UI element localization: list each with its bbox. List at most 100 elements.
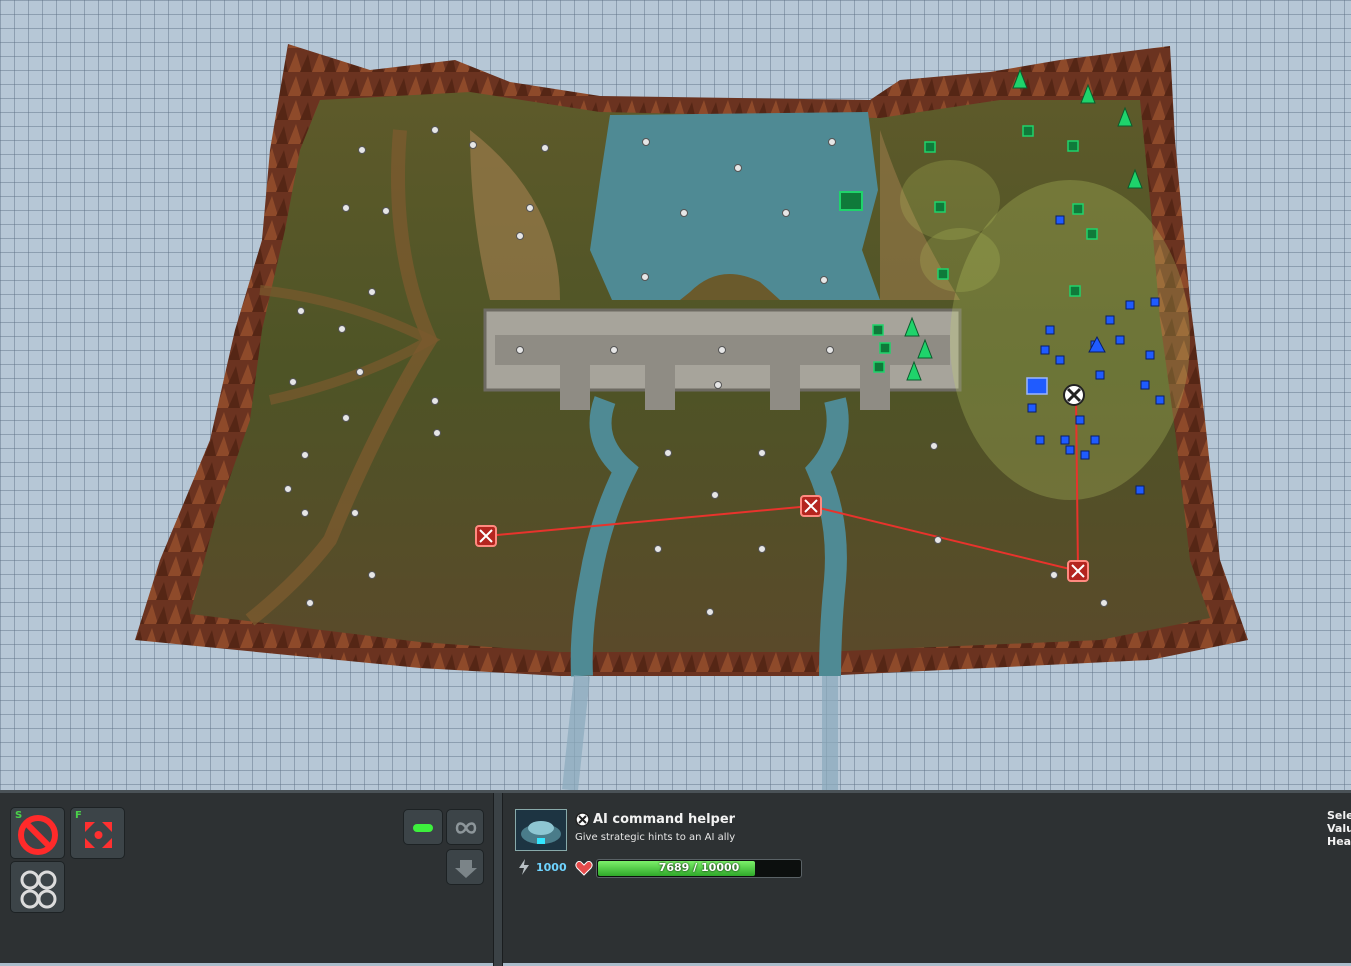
unit-portrait[interactable]	[515, 809, 567, 851]
green-building[interactable]	[1072, 203, 1084, 215]
arrow-down-icon	[455, 860, 477, 878]
blue-unit[interactable]	[1095, 370, 1105, 380]
resource-spot[interactable]	[516, 346, 524, 354]
bullet-icon	[413, 824, 433, 832]
green-building[interactable]	[1022, 125, 1034, 137]
blue-unit[interactable]	[1105, 315, 1115, 325]
resource-spot[interactable]	[930, 442, 938, 450]
blue-unit[interactable]	[1125, 300, 1135, 310]
bridge-pier	[560, 360, 590, 410]
blue-unit[interactable]	[1115, 335, 1125, 345]
resource-spot[interactable]	[664, 449, 672, 457]
resource-spot[interactable]	[711, 491, 719, 499]
resource-spot[interactable]	[526, 204, 534, 212]
ally-zone	[900, 160, 1000, 240]
command-badge-icon	[575, 812, 590, 827]
resource-spot[interactable]	[469, 141, 477, 149]
resource-spot[interactable]	[301, 451, 309, 459]
resource-spot[interactable]	[284, 485, 292, 493]
blue-base[interactable]	[1026, 377, 1048, 395]
resource-spot[interactable]	[368, 288, 376, 296]
fire-mode-button[interactable]	[403, 809, 443, 845]
resource-spot[interactable]	[1050, 571, 1058, 579]
scatter-button[interactable]: F	[70, 807, 125, 859]
resource-spot[interactable]	[758, 449, 766, 457]
resource-spot[interactable]	[301, 509, 309, 517]
resource-spot[interactable]	[718, 346, 726, 354]
resource-spot[interactable]	[433, 429, 441, 437]
command-bar: S F AI command helper Give strategic hin…	[0, 790, 1351, 966]
blue-unit[interactable]	[1055, 355, 1065, 365]
selection-title: AI command helper	[593, 812, 736, 827]
green-building[interactable]	[873, 361, 885, 373]
blue-unit[interactable]	[1045, 325, 1055, 335]
resource-spot[interactable]	[706, 608, 714, 616]
resource-spot[interactable]	[1100, 599, 1108, 607]
resource-spot[interactable]	[654, 545, 662, 553]
blue-unit[interactable]	[1090, 435, 1100, 445]
lightning-icon	[519, 859, 529, 875]
green-building[interactable]	[1069, 285, 1081, 297]
scatter-hotkey: F	[75, 810, 82, 821]
resource-spot[interactable]	[680, 209, 688, 217]
resource-spot[interactable]	[758, 545, 766, 553]
heart-icon	[575, 861, 593, 876]
resource-spot[interactable]	[826, 346, 834, 354]
command-helper-marker[interactable]	[1063, 384, 1085, 406]
blue-unit[interactable]	[1140, 380, 1150, 390]
resource-spot[interactable]	[356, 368, 364, 376]
resource-spot[interactable]	[828, 138, 836, 146]
formation-button[interactable]	[10, 861, 65, 913]
blue-unit[interactable]	[1080, 450, 1090, 460]
game-viewport[interactable]	[0, 0, 1351, 790]
blue-unit[interactable]	[1055, 215, 1065, 225]
green-structure[interactable]	[839, 191, 863, 211]
resource-spot[interactable]	[431, 397, 439, 405]
resource-spot[interactable]	[382, 207, 390, 215]
resource-spot[interactable]	[641, 273, 649, 281]
resource-spot[interactable]	[358, 146, 366, 154]
blue-unit[interactable]	[1040, 345, 1050, 355]
resource-spot[interactable]	[351, 509, 359, 517]
green-building[interactable]	[1086, 228, 1098, 240]
blue-unit[interactable]	[1075, 415, 1085, 425]
resource-spot[interactable]	[934, 536, 942, 544]
blue-unit[interactable]	[1027, 403, 1037, 413]
resource-spot[interactable]	[516, 232, 524, 240]
blue-unit[interactable]	[1145, 350, 1155, 360]
blue-unit[interactable]	[1065, 445, 1075, 455]
resource-spot[interactable]	[541, 144, 549, 152]
blue-unit[interactable]	[1150, 297, 1160, 307]
green-building[interactable]	[879, 342, 891, 354]
resource-spot[interactable]	[342, 204, 350, 212]
blue-unit[interactable]	[1035, 435, 1045, 445]
blue-unit[interactable]	[1135, 485, 1145, 495]
selection-description: Give strategic hints to an AI ally	[575, 832, 736, 843]
resource-spot[interactable]	[642, 138, 650, 146]
info-line: Valu	[1327, 822, 1351, 835]
blue-unit[interactable]	[1155, 395, 1165, 405]
resource-spot[interactable]	[306, 599, 314, 607]
resource-spot[interactable]	[368, 571, 376, 579]
resource-spot[interactable]	[297, 307, 305, 315]
resource-spot[interactable]	[782, 209, 790, 217]
blue-unit[interactable]	[1060, 435, 1070, 445]
energy-value: 1000	[536, 861, 567, 874]
green-building[interactable]	[937, 268, 949, 280]
resource-spot[interactable]	[610, 346, 618, 354]
green-building[interactable]	[872, 324, 884, 336]
battle-map[interactable]	[0, 0, 1351, 790]
resource-spot[interactable]	[289, 378, 297, 386]
resource-spot[interactable]	[734, 164, 742, 172]
resource-spot[interactable]	[431, 126, 439, 134]
resource-spot[interactable]	[342, 414, 350, 422]
green-building[interactable]	[934, 201, 946, 213]
resource-spot[interactable]	[338, 325, 346, 333]
resource-spot[interactable]	[820, 276, 828, 284]
green-building[interactable]	[924, 141, 936, 153]
stop-button[interactable]: S	[10, 807, 65, 859]
unload-button[interactable]	[446, 849, 484, 885]
green-building[interactable]	[1067, 140, 1079, 152]
resource-spot[interactable]	[714, 381, 722, 389]
repeat-button[interactable]	[446, 809, 484, 845]
